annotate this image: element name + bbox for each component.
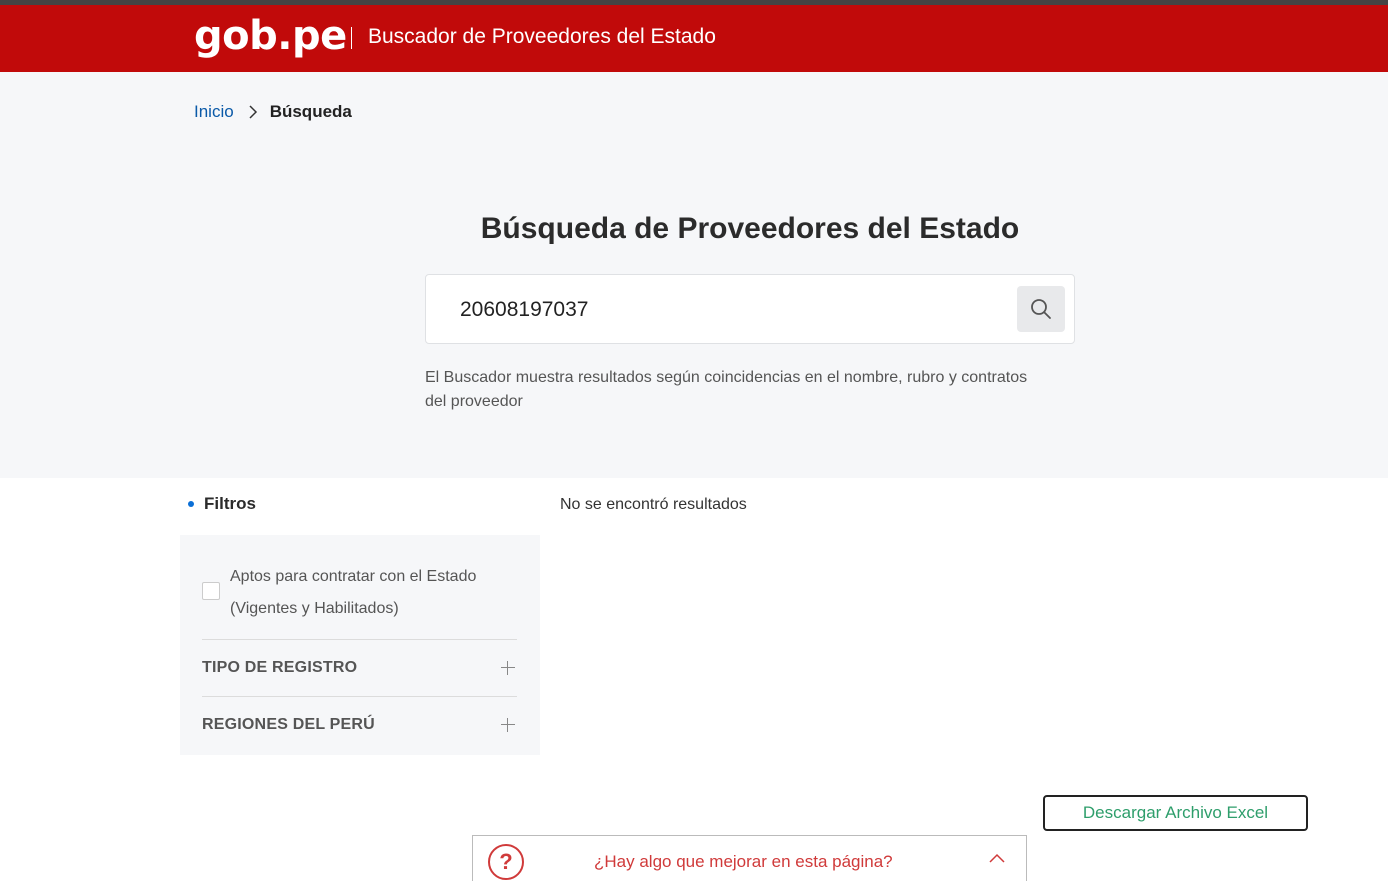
search-hero: Inicio Búsqueda Búsqueda de Proveedores … bbox=[0, 72, 1388, 478]
apt-checkbox[interactable] bbox=[202, 582, 220, 600]
accordion-regiones[interactable]: REGIONES DEL PERÚ bbox=[202, 696, 517, 753]
search-input[interactable] bbox=[460, 295, 1000, 325]
search-box bbox=[425, 274, 1075, 344]
accordion-label: REGIONES DEL PERÚ bbox=[202, 716, 375, 733]
breadcrumb-home-link[interactable]: Inicio bbox=[194, 102, 234, 122]
plus-icon[interactable] bbox=[501, 661, 515, 675]
site-header: gob.pe Buscador de Proveedores del Estad… bbox=[0, 5, 1388, 72]
header-title[interactable]: Buscador de Proveedores del Estado bbox=[368, 25, 716, 49]
accordion-tipo-registro[interactable]: TIPO DE REGISTRO bbox=[202, 639, 517, 696]
no-results-message: No se encontró resultados bbox=[560, 496, 747, 513]
search-help-text: El Buscador muestra resultados según coi… bbox=[425, 369, 1028, 410]
header-divider bbox=[351, 27, 352, 49]
search-icon bbox=[1031, 299, 1051, 319]
feedback-bar[interactable]: ? ¿Hay algo que mejorar en esta página? bbox=[472, 835, 1027, 881]
search-button[interactable] bbox=[1017, 286, 1065, 332]
accordion-label: TIPO DE REGISTRO bbox=[202, 659, 358, 676]
question-icon: ? bbox=[488, 844, 524, 880]
filters-heading: Filtros bbox=[188, 494, 256, 514]
gobpe-logo[interactable]: gob.pe bbox=[194, 13, 347, 59]
apt-checkbox-label[interactable]: Aptos para contratar con el Estado (Vige… bbox=[230, 561, 522, 625]
breadcrumb: Inicio Búsqueda bbox=[194, 102, 352, 122]
page-title: Búsqueda de Proveedores del Estado bbox=[480, 212, 1020, 245]
filters-title: Filtros bbox=[204, 494, 256, 513]
download-excel-button[interactable]: Descargar Archivo Excel bbox=[1043, 795, 1308, 831]
chevron-right-icon bbox=[248, 104, 258, 120]
bullet-dot-icon bbox=[188, 501, 194, 507]
apt-filter[interactable]: Aptos para contratar con el Estado (Vige… bbox=[202, 561, 522, 625]
chevron-up-icon[interactable] bbox=[988, 852, 1006, 864]
filters-panel: Aptos para contratar con el Estado (Vige… bbox=[180, 535, 540, 755]
plus-icon[interactable] bbox=[501, 718, 515, 732]
feedback-question[interactable]: ¿Hay algo que mejorar en esta página? bbox=[594, 852, 893, 872]
breadcrumb-current: Búsqueda bbox=[269, 102, 352, 121]
